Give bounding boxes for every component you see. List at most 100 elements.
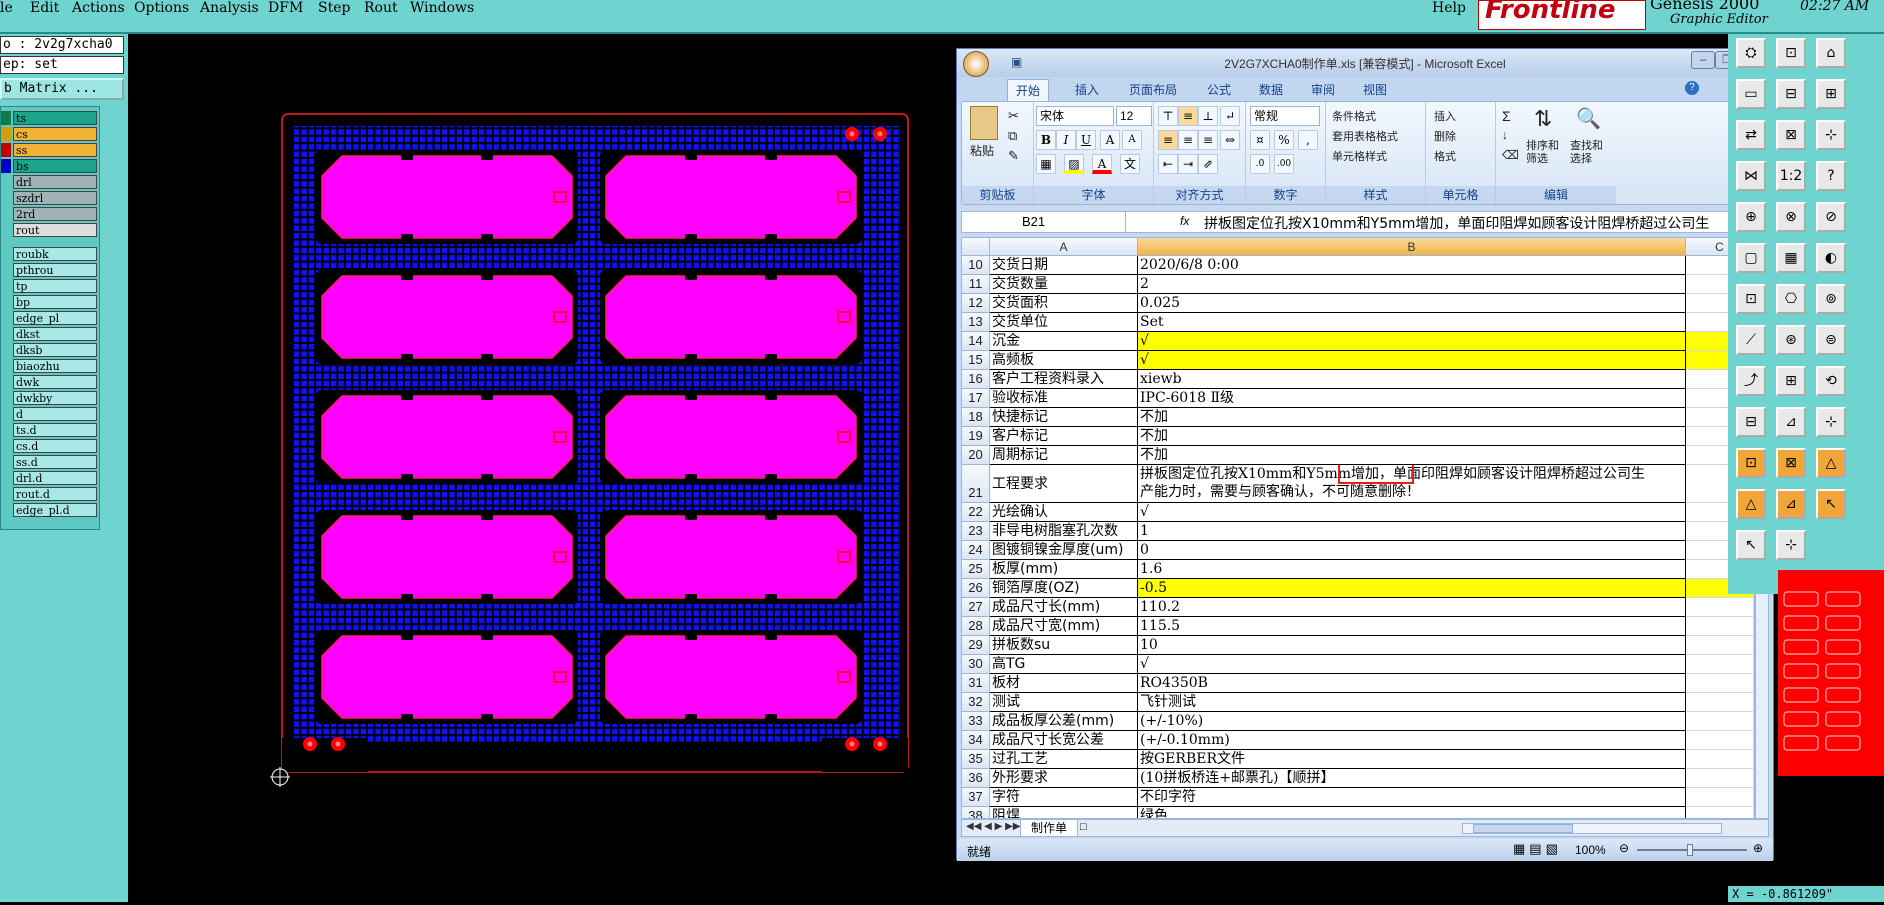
tool-button-icon[interactable]: ⊡ (1736, 284, 1766, 314)
layer-ts[interactable]: ts (13, 111, 97, 125)
tool-button-icon[interactable]: ⟲ (1816, 366, 1846, 396)
cut-icon[interactable]: ✂ (1008, 108, 1019, 124)
insert-cells-button[interactable]: 插入 (1434, 108, 1456, 124)
tool-button-icon[interactable]: ⊕ (1736, 202, 1766, 232)
tool-button-icon[interactable]: △ (1816, 448, 1846, 478)
layer-drl-d[interactable]: drl.d (13, 471, 97, 485)
tool-button-icon[interactable]: ⎔ (1776, 284, 1806, 314)
tool-button-icon[interactable]: ⊠ (1776, 120, 1806, 150)
zoom-level[interactable]: 100% (1575, 843, 1606, 857)
cell-a[interactable]: 成品板厚公差(mm) (990, 712, 1138, 731)
tab-data[interactable]: 数据 (1259, 81, 1283, 98)
tab-review[interactable]: 审阅 (1311, 81, 1335, 98)
row-header[interactable]: 24 (962, 541, 990, 560)
row-header[interactable]: 37 (962, 788, 990, 807)
matrix-button[interactable]: b Matrix ... (0, 78, 124, 100)
horizontal-scrollbar[interactable] (1462, 823, 1722, 834)
row-header[interactable]: 32 (962, 693, 990, 712)
tool-button-icon[interactable]: ⟋ (1736, 325, 1766, 355)
comma-icon[interactable]: , (1298, 130, 1318, 150)
tool-button-icon[interactable]: ⌂ (1816, 38, 1846, 68)
cell-a[interactable]: 字符 (990, 788, 1138, 807)
row-header[interactable]: 34 (962, 731, 990, 750)
tool-button-icon[interactable]: ⊜ (1816, 325, 1846, 355)
cell-b[interactable]: √ (1138, 351, 1686, 370)
layer-edge-pl[interactable]: edge_pl (13, 311, 97, 325)
menu-edit[interactable]: Edit (30, 0, 59, 16)
row-header[interactable]: 21 (962, 465, 990, 503)
row-header[interactable]: 11 (962, 275, 990, 294)
cell-c[interactable] (1686, 693, 1754, 712)
cell-c[interactable] (1686, 712, 1754, 731)
cell-a[interactable]: 工程要求 (990, 465, 1138, 503)
cell-a[interactable]: 过孔工艺 (990, 750, 1138, 769)
align-top-icon[interactable]: ⊤ (1158, 106, 1178, 126)
phonetic-icon[interactable]: 文 (1120, 154, 1140, 174)
cell-b[interactable]: 不加 (1138, 408, 1686, 427)
layer-drl[interactable]: drl (13, 175, 97, 189)
cell-c[interactable] (1686, 598, 1754, 617)
tool-button-icon[interactable]: ⊹ (1816, 120, 1846, 150)
cell-a[interactable]: 阻焊 (990, 807, 1138, 819)
tool-button-icon[interactable]: ⊟ (1736, 407, 1766, 437)
layer-szdrl[interactable]: szdrl (13, 191, 97, 205)
cell-c[interactable] (1686, 617, 1754, 636)
row-header[interactable]: 29 (962, 636, 990, 655)
pcb-canvas[interactable] (128, 34, 958, 902)
menu-options[interactable]: Options (134, 0, 189, 16)
tool-button-icon[interactable]: ⊠ (1776, 448, 1806, 478)
border-icon[interactable]: ▦ (1036, 154, 1056, 174)
cell-b[interactable]: 0.025 (1138, 294, 1686, 313)
row-header[interactable]: 36 (962, 769, 990, 788)
align-left-icon[interactable]: ≡ (1158, 130, 1178, 150)
align-right-icon[interactable]: ≡ (1198, 130, 1218, 150)
cell-b[interactable]: xiewb (1138, 370, 1686, 389)
row-header[interactable]: 13 (962, 313, 990, 332)
layer-dkst[interactable]: dkst (13, 327, 97, 341)
cell-a[interactable]: 非导电树脂塞孔次数 (990, 522, 1138, 541)
row-header[interactable]: 33 (962, 712, 990, 731)
tool-button-icon[interactable]: ⊡ (1736, 448, 1766, 478)
tool-button-icon[interactable]: ⊿ (1776, 407, 1806, 437)
merge-center-icon[interactable]: ⇔ (1220, 130, 1240, 150)
align-center-icon[interactable]: ≡ (1178, 130, 1198, 150)
tool-button-icon[interactable]: ⊿ (1776, 489, 1806, 519)
font-name-combo[interactable]: 宋体 (1036, 106, 1114, 126)
cell-a[interactable]: 铜箔厚度(OZ) (990, 579, 1138, 598)
number-format-combo[interactable]: 常规 (1250, 106, 1320, 126)
row-header[interactable]: 31 (962, 674, 990, 693)
cell-style-button[interactable]: 单元格样式 (1332, 148, 1387, 164)
bold-button[interactable]: B (1036, 130, 1056, 150)
layer-biaozhu[interactable]: biaozhu (13, 359, 97, 373)
tool-button-icon[interactable]: ◐ (1816, 243, 1846, 273)
cell-b[interactable]: 按GERBER文件 (1138, 750, 1686, 769)
row-header[interactable]: 30 (962, 655, 990, 674)
cell-c[interactable] (1686, 788, 1754, 807)
view-mode-icons[interactable]: ▦▤▧ (1513, 841, 1562, 857)
cell-a[interactable]: 高频板 (990, 351, 1138, 370)
cell-c[interactable] (1686, 807, 1754, 819)
autosum-icon[interactable]: Σ (1502, 108, 1511, 124)
align-middle-icon[interactable]: ≡ (1178, 106, 1198, 126)
step-field[interactable]: ep: set (0, 56, 124, 74)
cell-b[interactable]: 飞针测试 (1138, 693, 1686, 712)
menu-actions[interactable]: Actions (72, 0, 125, 16)
layer-dksb[interactable]: dksb (13, 343, 97, 357)
cell-c[interactable] (1686, 750, 1754, 769)
cell-a[interactable]: 交货日期 (990, 256, 1138, 275)
tool-button-icon[interactable]: ⊚ (1816, 284, 1846, 314)
row-header[interactable]: 17 (962, 389, 990, 408)
tool-button-icon[interactable]: 1:2 (1776, 161, 1806, 191)
cell-c[interactable] (1686, 731, 1754, 750)
format-cells-button[interactable]: 格式 (1434, 148, 1456, 164)
minimize-button[interactable]: – (1691, 51, 1715, 69)
cell-a[interactable]: 图镀铜镍金厚度(um) (990, 541, 1138, 560)
cell-b[interactable]: RO4350B (1138, 674, 1686, 693)
job-field[interactable]: o : 2v2g7xcha0 (0, 36, 124, 54)
cell-c[interactable] (1686, 655, 1754, 674)
row-header[interactable]: 35 (962, 750, 990, 769)
cell-b[interactable]: √ (1138, 655, 1686, 674)
layer-dwk[interactable]: dwk (13, 375, 97, 389)
tab-view[interactable]: 视图 (1363, 81, 1387, 98)
row-header[interactable]: 28 (962, 617, 990, 636)
